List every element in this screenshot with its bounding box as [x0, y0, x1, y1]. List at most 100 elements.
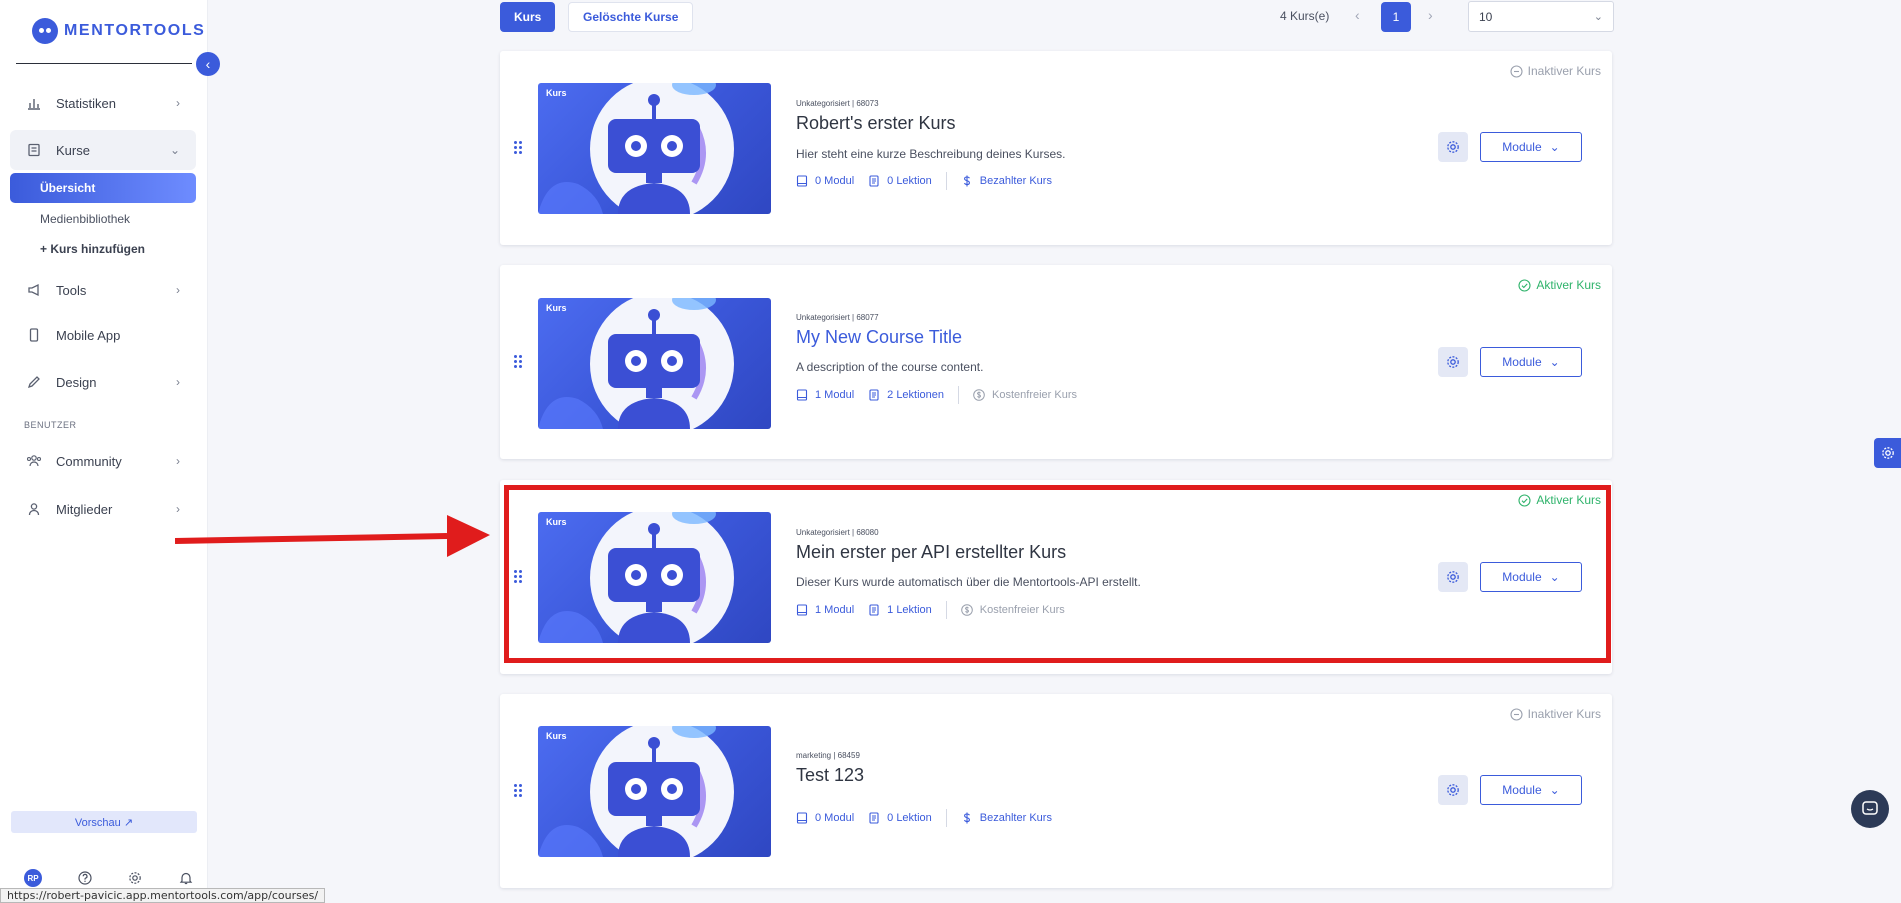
minus-circle-icon	[1510, 707, 1523, 721]
avatar[interactable]: RP	[24, 869, 42, 887]
lesson-count: 2 Lektionen	[868, 389, 944, 401]
logo[interactable]: MENTORTOOLS	[32, 18, 205, 44]
document-icon	[868, 389, 880, 401]
module-count: 0 Modul	[796, 812, 854, 824]
gear-icon	[1447, 141, 1459, 153]
divider	[945, 601, 947, 619]
logo-text: MENTORTOOLS	[64, 22, 206, 39]
course-title[interactable]: Test 123	[796, 765, 864, 786]
drag-handle-icon[interactable]	[514, 570, 524, 584]
users-group-icon	[26, 453, 42, 469]
divider	[945, 809, 947, 827]
price-type: Kostenfreier Kurs	[973, 389, 1077, 401]
help-icon[interactable]	[77, 870, 93, 886]
drag-handle-icon[interactable]	[514, 355, 524, 369]
chevron-down-icon: ⌄	[1549, 783, 1560, 797]
course-meta: Unkategorisiert | 68077	[796, 313, 879, 322]
course-type-badge: Kurs	[546, 731, 567, 741]
document-icon	[868, 812, 880, 824]
sidebar-item-label: Mobile App	[56, 327, 121, 343]
lesson-count: 1 Lektion	[868, 604, 932, 616]
price-type: Kostenfreier Kurs	[960, 604, 1065, 616]
bell-icon[interactable]	[178, 870, 194, 886]
tab-kurs[interactable]: Kurs	[500, 2, 556, 32]
sidebar-item-mitglieder[interactable]: Mitglieder ›	[10, 489, 196, 529]
sidebar-item-design[interactable]: Design ›	[10, 362, 196, 402]
drag-handle-icon[interactable]	[514, 141, 524, 155]
chevron-right-icon: ›	[176, 96, 180, 110]
course-type-badge: Kurs	[546, 303, 567, 313]
sidebar-item-community[interactable]: Community ›	[10, 441, 196, 481]
course-title[interactable]: Mein erster per API erstellter Kurs	[796, 542, 1066, 563]
divider	[16, 63, 192, 64]
course-title[interactable]: My New Course Title	[796, 327, 962, 348]
book-icon	[796, 604, 808, 616]
book-icon	[796, 812, 808, 824]
module-button-label: Module	[1502, 783, 1542, 797]
chevron-right-icon: ›	[176, 375, 180, 389]
course-thumbnail[interactable]: Kurs	[538, 512, 771, 643]
annotation-arrow-icon	[175, 515, 490, 557]
dollar-icon	[961, 175, 973, 187]
mobile-phone-icon	[26, 327, 42, 343]
gear-icon	[1447, 571, 1459, 583]
module-count: 0 Modul	[796, 175, 854, 187]
module-dropdown-button[interactable]: Module ⌄	[1480, 132, 1582, 162]
customizer-toggle-button[interactable]	[1874, 438, 1901, 468]
book-icon	[796, 389, 808, 401]
sidebar-item-kurse[interactable]: Kurse ⌄	[10, 130, 196, 170]
sidebar-subitem-medienbibliothek[interactable]: Medienbibliothek	[10, 204, 196, 234]
sidebar-item-statistiken[interactable]: Statistiken ›	[10, 83, 196, 123]
section-label-benutzer: BENUTZER	[24, 420, 77, 430]
lesson-count: 0 Lektion	[868, 175, 932, 187]
pagination-prev-button[interactable]: ‹	[1355, 7, 1360, 23]
per-page-select[interactable]: 10 ⌄	[1468, 1, 1614, 32]
course-meta: Unkategorisiert | 68080	[796, 528, 879, 537]
course-settings-button[interactable]	[1438, 562, 1468, 592]
course-count: 4 Kurs(e)	[1280, 9, 1330, 23]
course-thumbnail[interactable]: Kurs	[538, 726, 771, 857]
module-count: 1 Modul	[796, 604, 854, 616]
course-settings-button[interactable]	[1438, 347, 1468, 377]
settings-gear-icon[interactable]	[127, 870, 143, 886]
tab-deleted-courses[interactable]: Gelöschte Kurse	[568, 2, 694, 32]
logo-icon	[32, 18, 58, 44]
book-icon	[26, 142, 42, 158]
sidebar-item-mobile-app[interactable]: Mobile App	[10, 315, 196, 355]
course-thumbnail[interactable]: Kurs	[538, 83, 771, 214]
course-thumbnail[interactable]: Kurs	[538, 298, 771, 429]
chat-bubble-icon	[1862, 801, 1878, 815]
chat-support-button[interactable]	[1851, 790, 1889, 828]
course-description: Hier steht eine kurze Beschreibung deine…	[796, 147, 1066, 161]
user-icon	[26, 501, 42, 517]
course-card: Kurs Aktiver Kurs Unkategorisiert | 6808…	[500, 480, 1612, 674]
sidebar-subitem-add-course[interactable]: + Kurs hinzufügen	[10, 234, 196, 264]
pagination-page-1[interactable]: 1	[1381, 2, 1411, 32]
sidebar-item-tools[interactable]: Tools ›	[10, 270, 196, 310]
module-dropdown-button[interactable]: Module ⌄	[1480, 775, 1582, 805]
status-badge-active: Aktiver Kurs	[1518, 278, 1601, 292]
collapse-sidebar-button[interactable]: ‹	[196, 52, 220, 76]
dollar-circle-icon	[973, 389, 985, 401]
course-card: Kurs Inaktiver Kurs Unkategorisiert | 68…	[500, 51, 1612, 245]
sidebar-subitem-uebersicht[interactable]: Übersicht	[10, 173, 196, 203]
module-dropdown-button[interactable]: Module ⌄	[1480, 562, 1582, 592]
preview-button[interactable]: Vorschau ↗	[11, 811, 197, 833]
course-card: Kurs Inaktiver Kurs marketing | 68459 Te…	[500, 694, 1612, 888]
sidebar-item-label: Design	[56, 374, 97, 390]
chevron-right-icon: ›	[176, 454, 180, 468]
course-title[interactable]: Robert's erster Kurs	[796, 113, 956, 134]
course-stats: 1 Modul 2 Lektionen Kostenfreier Kurs	[796, 386, 1091, 404]
sidebar-item-label: Community	[56, 453, 122, 469]
pagination-next-button[interactable]: ›	[1428, 7, 1433, 23]
sidebar-item-label: Statistiken	[56, 95, 116, 111]
status-text: Aktiver Kurs	[1536, 493, 1601, 507]
course-description: A description of the course content.	[796, 360, 984, 374]
check-circle-icon	[1518, 493, 1531, 507]
drag-handle-icon[interactable]	[514, 784, 524, 798]
divider	[958, 386, 960, 404]
course-settings-button[interactable]	[1438, 775, 1468, 805]
sidebar-subitem-label: Medienbibliothek	[40, 212, 131, 226]
module-dropdown-button[interactable]: Module ⌄	[1480, 347, 1582, 377]
course-settings-button[interactable]	[1438, 132, 1468, 162]
